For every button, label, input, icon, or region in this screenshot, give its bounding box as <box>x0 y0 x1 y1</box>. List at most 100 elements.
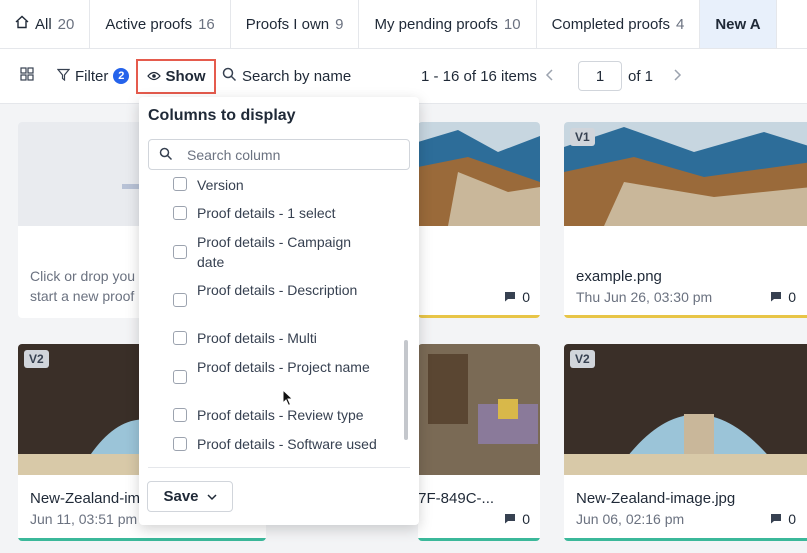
thumbnail-image <box>564 344 807 475</box>
grid-icon <box>20 67 34 85</box>
tab-count: 4 <box>675 15 685 33</box>
comment-count: 0 <box>770 511 796 527</box>
tab-new[interactable]: New A <box>700 0 777 48</box>
comment-icon <box>504 289 516 305</box>
column-option-label: Proof details - Multi <box>197 330 317 346</box>
proof-name: -4C7F-849C-... <box>418 490 495 507</box>
tab-bar: All 20 Active proofs 16 Proofs I own 9 M… <box>0 0 807 49</box>
status-bar <box>564 538 807 541</box>
save-button[interactable]: Save <box>147 481 233 512</box>
comment-count-value: 0 <box>522 289 530 305</box>
chevron-left-icon <box>545 68 555 85</box>
comment-count-value: 0 <box>522 511 530 527</box>
columns-dropdown: Columns to display Version Proof details… <box>139 97 419 525</box>
status-bar <box>418 538 540 541</box>
mouse-cursor-icon <box>282 388 294 412</box>
tab-label: Completed proofs <box>551 15 670 33</box>
tab-count: 9 <box>335 15 344 33</box>
page-total: of 1 <box>628 67 654 85</box>
thumbnail-image <box>564 122 807 226</box>
proof-card[interactable]: 0 <box>418 122 540 318</box>
status-bar <box>18 538 266 541</box>
column-option-label: Proof details - Campaign date <box>197 234 352 270</box>
comment-count: 0 <box>770 289 796 305</box>
column-option-label: Version <box>197 177 244 193</box>
filter-count-badge: 2 <box>113 68 130 84</box>
tab-label: Active proofs <box>105 15 193 33</box>
toolbar: Filter 2 Search by name 1 - 16 of 16 ite… <box>0 49 807 104</box>
column-option-label: Proof details - 1 select <box>197 205 336 221</box>
checkbox[interactable] <box>173 177 187 191</box>
checkbox[interactable] <box>173 437 187 451</box>
comment-icon <box>770 511 782 527</box>
tab-label: New A <box>715 15 761 33</box>
chevron-down-icon <box>206 488 217 505</box>
status-bar <box>564 315 807 318</box>
proof-date: Thu Jun 26, 03:30 pm <box>576 289 713 305</box>
tab-label: My pending proofs <box>374 15 498 33</box>
proof-name: example.png <box>576 268 662 285</box>
tab-label: All <box>35 15 52 33</box>
filter-button[interactable]: Filter 2 <box>56 49 130 103</box>
divider <box>148 467 410 468</box>
column-option-label: Proof details - Project name <box>197 359 370 375</box>
dropdown-scrollbar[interactable] <box>404 340 408 440</box>
column-options-list[interactable]: Version Proof details - 1 select Proof d… <box>139 175 419 465</box>
comment-count: 0 <box>504 511 530 527</box>
grid-view-button[interactable] <box>20 49 34 103</box>
comment-icon <box>504 511 516 527</box>
tab-count: 20 <box>57 15 75 33</box>
show-label: Show <box>165 68 206 85</box>
column-option-label: Proof details - Software used <box>197 436 377 452</box>
search-label: Search by name <box>242 67 352 85</box>
next-page-button[interactable] <box>672 49 682 103</box>
thumbnail-image <box>418 344 540 475</box>
show-columns-button[interactable]: Show <box>136 59 216 94</box>
prev-page-button[interactable] <box>545 49 555 103</box>
search-icon <box>222 67 237 86</box>
search-icon <box>159 147 173 166</box>
checkbox[interactable] <box>173 331 187 345</box>
tab-count: 10 <box>503 15 521 33</box>
home-icon <box>15 15 29 33</box>
tab-proofs-i-own[interactable]: Proofs I own 9 <box>231 0 360 48</box>
thumbnail-image <box>418 122 540 226</box>
version-badge: V2 <box>570 350 595 368</box>
tab-label: Proofs I own <box>245 15 330 33</box>
proof-date: Jun 11, 03:51 pm <box>30 511 138 527</box>
tab-count: 16 <box>198 15 215 33</box>
tab-all[interactable]: All 20 <box>0 0 91 48</box>
comment-icon <box>770 289 782 305</box>
filter-icon <box>56 68 71 85</box>
proof-card[interactable]: -4C7F-849C-... 0 <box>418 344 540 541</box>
search-by-name-button[interactable]: Search by name <box>222 49 351 103</box>
checkbox[interactable] <box>173 370 187 384</box>
comment-count-value: 0 <box>788 289 796 305</box>
chevron-right-icon <box>672 68 682 85</box>
search-column-field[interactable] <box>148 139 410 170</box>
tab-completed-proofs[interactable]: Completed proofs 4 <box>537 0 701 48</box>
proof-name: New-Zealand-image.jpg <box>576 490 736 507</box>
upload-hint-2: start a new proof <box>30 288 135 304</box>
checkbox[interactable] <box>173 206 187 220</box>
proof-card[interactable]: V1 example.png Thu Jun 26, 03:30 pm 0 <box>564 122 807 318</box>
proof-name: New-Zealand-im <box>30 490 141 507</box>
eye-icon <box>146 68 161 85</box>
column-option-label: Proof details - Description <box>197 282 358 298</box>
comment-count: 0 <box>504 289 530 305</box>
save-label: Save <box>163 488 199 505</box>
search-column-input[interactable] <box>187 140 402 169</box>
checkbox[interactable] <box>173 293 187 307</box>
checkbox[interactable] <box>173 408 187 422</box>
status-bar <box>418 315 540 318</box>
tab-my-pending-proofs[interactable]: My pending proofs 10 <box>359 0 537 48</box>
checkbox[interactable] <box>173 245 187 259</box>
proof-date: Jun 06, 02:16 pm <box>576 511 685 527</box>
tab-active-proofs[interactable]: Active proofs 16 <box>90 0 231 48</box>
proof-card[interactable]: V2 New-Zealand-image.jpg Jun 06, 02:16 p… <box>564 344 807 541</box>
pagination-range: 1 - 16 of 16 items <box>421 67 537 85</box>
filter-label: Filter <box>75 67 109 85</box>
dropdown-title: Columns to display <box>148 107 296 124</box>
page-number-input[interactable]: 1 <box>578 61 622 91</box>
upload-hint: Click or drop you <box>30 268 136 284</box>
